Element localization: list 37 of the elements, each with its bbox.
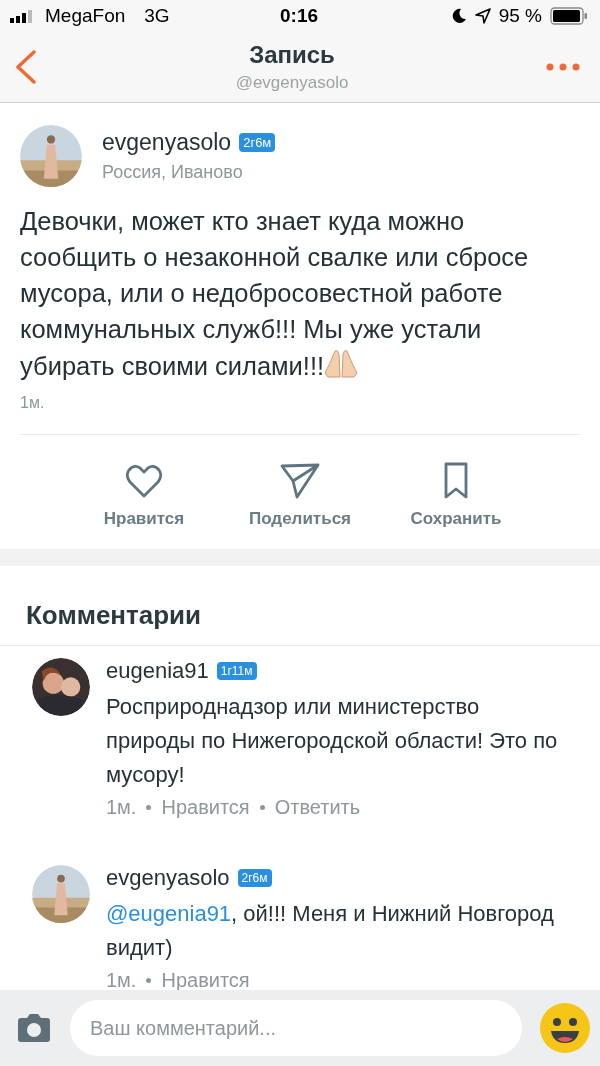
author-name[interactable]: evgenyasolo bbox=[106, 865, 230, 891]
tenure-badge: 2г6м bbox=[237, 869, 272, 887]
more-icon[interactable] bbox=[546, 63, 580, 71]
clock-time: 0:16 bbox=[280, 5, 318, 27]
like-link[interactable]: Нравится bbox=[161, 969, 250, 992]
mention-link[interactable]: @eugenia91 bbox=[106, 901, 232, 926]
location-arrow-icon bbox=[474, 8, 491, 24]
action-button[interactable]: Нравится bbox=[85, 461, 203, 529]
like-link[interactable]: Нравится bbox=[161, 796, 250, 819]
carrier-name: MegaFon bbox=[45, 5, 126, 27]
comment-input[interactable]: Ваш комментарий... bbox=[70, 1000, 522, 1056]
smiley-icon[interactable] bbox=[540, 1003, 590, 1053]
praying-hands-icon bbox=[324, 347, 359, 379]
action-button[interactable]: Сохранить bbox=[397, 461, 515, 529]
comment-text: @eugenia91, ой!!! Меня и Нижний Новгород видит) bbox=[106, 900, 555, 962]
battery-icon bbox=[550, 7, 588, 25]
battery-percent: 95 % bbox=[498, 5, 542, 27]
moon-icon bbox=[450, 8, 467, 24]
tenure-badge: 2г6м bbox=[239, 133, 276, 152]
paper-plane-icon bbox=[280, 461, 320, 501]
comment-text: Росприроднадзор или министерство природы по Нижегородской области! Это по мусору! bbox=[106, 693, 559, 789]
location-text: Россия, Иваново bbox=[102, 162, 244, 183]
reply-link[interactable]: Ответить bbox=[274, 796, 361, 819]
author-name[interactable]: eugenia91 bbox=[106, 658, 209, 684]
action-button[interactable]: Поделиться bbox=[241, 461, 359, 529]
comment-time: 1м. bbox=[106, 796, 137, 819]
page-subtitle: @evgenyasolo bbox=[235, 73, 349, 93]
tenure-badge: 1г11м bbox=[216, 662, 257, 680]
section-title: Комментарии bbox=[26, 600, 203, 631]
comment-time: 1м. bbox=[106, 969, 137, 992]
camera-icon[interactable] bbox=[16, 1013, 52, 1043]
post-text: Девочки, может кто знает куда можно сообщить о незаконной свалке или сбросе мусора, или о недобросовестной работе коммунальных служб!!! Мы уже устали убирать своими силами!!! bbox=[20, 206, 530, 382]
page-title: Запись bbox=[249, 41, 335, 69]
network-type: 3G bbox=[144, 5, 170, 27]
author-name[interactable]: evgenyasolo bbox=[102, 129, 232, 156]
back-icon[interactable] bbox=[14, 50, 38, 84]
post-time: 1м. bbox=[20, 394, 580, 435]
